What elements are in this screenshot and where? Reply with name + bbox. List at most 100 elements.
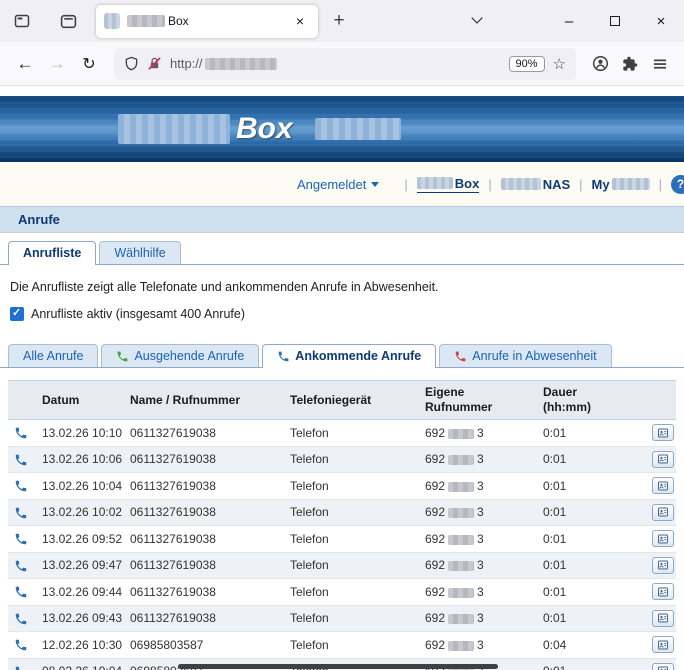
phonebook-icon (657, 665, 669, 670)
back-button[interactable]: ← (10, 54, 40, 74)
separator: | (579, 177, 582, 192)
browser-tab[interactable]: Box × (96, 5, 318, 38)
bookmark-star-icon[interactable]: ☆ (553, 55, 566, 73)
call-date: 13.02.26 10:04 (34, 473, 122, 500)
menu-button[interactable] (646, 50, 674, 78)
call-duration: 0:01 (535, 526, 640, 553)
router-banner: Box (0, 96, 684, 162)
new-tab-button[interactable]: + (324, 6, 354, 36)
call-number: 0611327619038 (122, 420, 282, 447)
shield-icon[interactable] (124, 56, 139, 71)
tab-waehlhilfe[interactable]: Wählhilfe (99, 241, 180, 264)
call-date: 13.02.26 10:06 (34, 446, 122, 473)
add-to-phonebook-button[interactable] (652, 583, 674, 600)
zoom-indicator[interactable]: 90% (509, 56, 545, 72)
logged-in-label: Angemeldet (297, 177, 366, 192)
redacted-own-number (448, 588, 474, 598)
tab-anrufliste[interactable]: Anrufliste (8, 241, 96, 265)
add-to-phonebook-button[interactable] (652, 424, 674, 441)
filter-tab-alle[interactable]: Alle Anrufe (8, 344, 98, 367)
page-top-strip (0, 86, 684, 96)
call-date: 13.02.26 09:47 (34, 552, 122, 579)
url-bar[interactable]: http:// 90% ☆ (114, 48, 576, 80)
firefox-view-button[interactable] (8, 7, 36, 35)
nav-link-box[interactable]: Box (417, 176, 480, 193)
redacted-tab-title (127, 15, 165, 27)
incoming-call-icon (14, 506, 28, 520)
call-list: 13.02.26 10:10 0611327619038 Telefon 692… (8, 420, 676, 670)
extensions-button[interactable] (616, 50, 644, 78)
nav-link-nas[interactable]: NAS (501, 177, 570, 192)
call-row: 13.02.26 10:04 0611327619038 Telefon 692… (8, 473, 676, 500)
filter-tabs: Alle Anrufe Ausgehende Anrufe Ankommende… (0, 336, 684, 368)
incoming-call-icon (14, 532, 28, 546)
checkbox-label[interactable]: Anrufliste aktiv (insgesamt 400 Anrufe) (31, 307, 245, 321)
call-list-active-checkbox[interactable] (10, 307, 24, 321)
header-icon-col (8, 381, 34, 420)
filter-tab-ausgehende[interactable]: Ausgehende Anrufe (101, 344, 259, 367)
redacted-own-number (448, 561, 474, 571)
call-row: 13.02.26 10:10 0611327619038 Telefon 692… (8, 420, 676, 447)
separator: | (659, 177, 662, 192)
call-duration: 0:01 (535, 420, 640, 447)
redacted-model-name (315, 118, 401, 140)
nav-link-myfritz[interactable]: My (592, 177, 650, 192)
redacted-brand-logo (118, 114, 230, 144)
add-to-phonebook-button[interactable] (652, 663, 674, 670)
add-to-phonebook-button[interactable] (652, 636, 674, 653)
header-eigene: Eigene Rufnummer (417, 381, 535, 420)
add-to-phonebook-button[interactable] (652, 451, 674, 468)
call-number: 0611327619038 (122, 446, 282, 473)
forward-button[interactable]: → (42, 54, 72, 74)
maximize-icon (610, 16, 620, 26)
add-to-phonebook-button[interactable] (652, 477, 674, 494)
separator: | (404, 177, 407, 192)
own-number: 6923 (417, 499, 535, 526)
call-device: Telefon (282, 420, 417, 447)
window-close-button[interactable]: × (638, 0, 684, 42)
redacted-brand (612, 178, 650, 190)
account-icon (592, 55, 609, 72)
call-device: Telefon (282, 446, 417, 473)
add-to-phonebook-button[interactable] (652, 557, 674, 574)
account-button[interactable] (586, 50, 614, 78)
own-number: 6923 (417, 632, 535, 659)
call-number: 0611327619038 (122, 579, 282, 606)
filter-tab-ankommende[interactable]: Ankommende Anrufe (262, 344, 436, 368)
tab-close-button[interactable]: × (290, 11, 310, 31)
call-number: 0611327619038 (122, 552, 282, 579)
incoming-call-icon (14, 479, 28, 493)
browser-tab-strip: Box × + – × (0, 0, 684, 42)
call-number: 0611327619038 (122, 499, 282, 526)
own-number: 6923 (417, 605, 535, 632)
reload-button[interactable]: ↻ (74, 54, 104, 74)
redacted-own-number (448, 482, 474, 492)
tab-list-chevron-icon[interactable] (472, 14, 481, 23)
add-to-phonebook-button[interactable] (652, 610, 674, 627)
url-text: http:// (170, 56, 501, 71)
call-row: 13.02.26 09:44 0611327619038 Telefon 692… (8, 579, 676, 606)
separator: | (488, 177, 491, 192)
insecure-lock-icon[interactable] (147, 56, 162, 71)
tab-manager-button[interactable] (54, 7, 82, 35)
incoming-call-icon (14, 612, 28, 626)
tab-manager-icon (60, 13, 77, 30)
call-date: 13.02.26 09:44 (34, 579, 122, 606)
filter-tab-abwesenheit[interactable]: Anrufe in Abwesenheit (439, 344, 611, 367)
add-to-phonebook-button[interactable] (652, 504, 674, 521)
help-button[interactable]: ? (671, 175, 684, 194)
call-number: 06985803587 (122, 632, 282, 659)
logged-in-dropdown[interactable]: Angemeldet (297, 177, 379, 192)
incoming-call-icon (14, 585, 28, 599)
call-device: Telefon (282, 632, 417, 659)
call-row: 13.02.26 09:43 0611327619038 Telefon 692… (8, 605, 676, 632)
incoming-call-icon (14, 638, 28, 652)
add-to-phonebook-button[interactable] (652, 530, 674, 547)
chevron-down-icon (371, 182, 379, 187)
horizontal-scrollbar-thumb[interactable] (178, 664, 498, 669)
minimize-button[interactable]: – (546, 0, 592, 42)
call-duration: 0:01 (535, 552, 640, 579)
redacted-own-number (448, 535, 474, 545)
maximize-button[interactable] (592, 0, 638, 42)
incoming-call-icon (14, 559, 28, 573)
